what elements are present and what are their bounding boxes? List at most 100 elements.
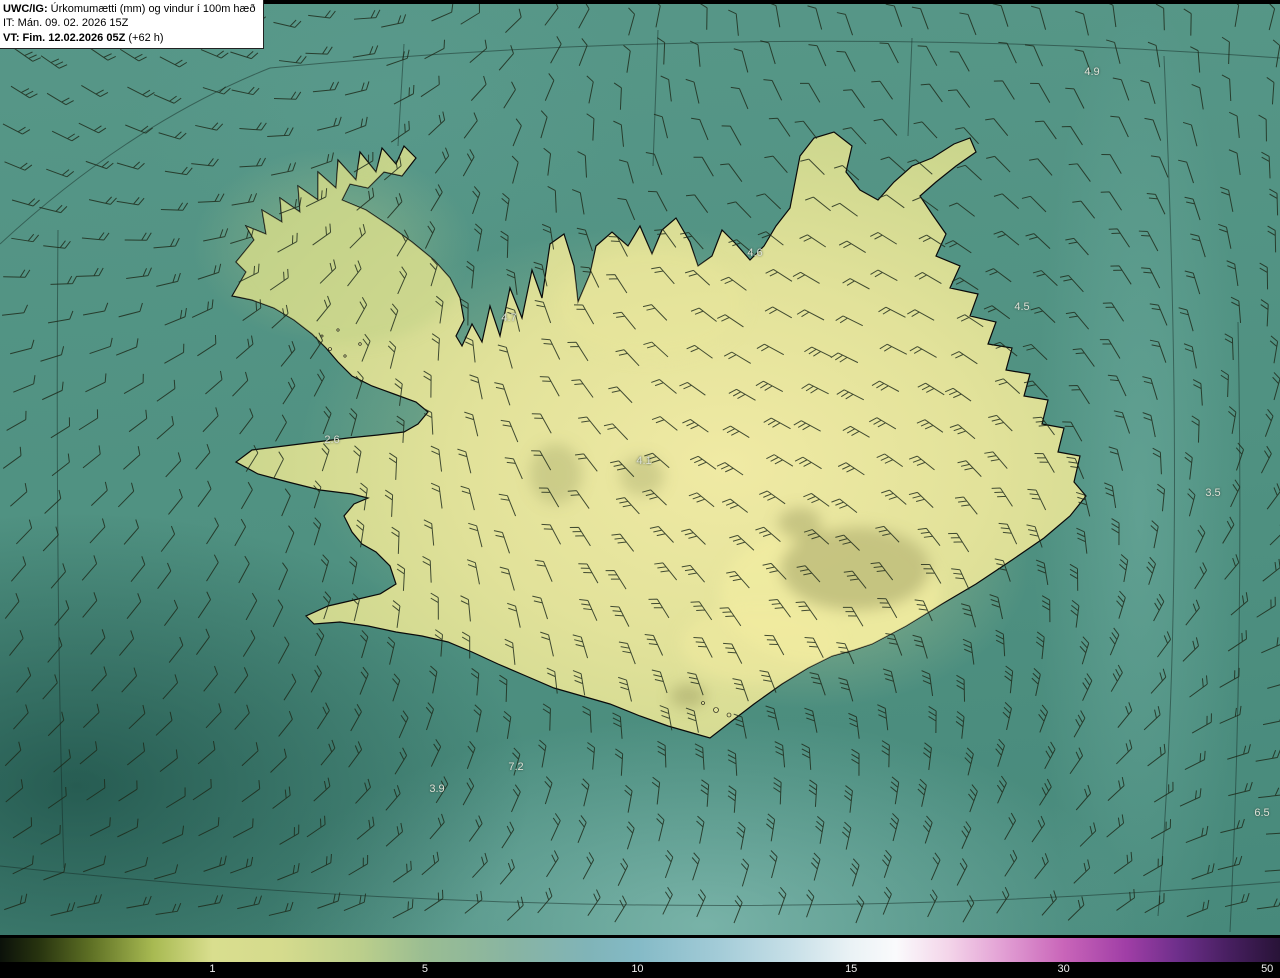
wind-barb <box>766 813 776 842</box>
wind-barb <box>799 82 821 103</box>
wind-barb <box>1034 453 1055 473</box>
wind-barb <box>983 305 1011 320</box>
wind-barb <box>799 234 827 248</box>
wind-barb <box>944 387 972 402</box>
wind-barb <box>162 674 179 700</box>
wind-barb <box>435 295 444 324</box>
wind-barb <box>1155 4 1165 31</box>
wind-barb <box>353 445 362 474</box>
wind-barb <box>1228 149 1241 175</box>
wind-barb <box>469 39 488 63</box>
wind-barb <box>273 91 302 100</box>
wind-barb <box>355 296 368 325</box>
wind-barb <box>918 234 946 248</box>
wind-barb <box>723 351 751 364</box>
wind-barb <box>917 45 938 66</box>
wind-barb <box>1029 158 1053 176</box>
wind-barb <box>794 120 818 139</box>
wind-barb <box>4 161 33 171</box>
wind-barb <box>1140 80 1156 105</box>
wind-barb <box>421 851 440 876</box>
wind-barb <box>644 634 664 656</box>
wind-barb <box>1112 77 1130 101</box>
wind-barb <box>885 4 903 27</box>
wind-barb <box>567 490 590 509</box>
wind-barb <box>693 156 714 177</box>
wind-barb <box>985 268 1012 283</box>
wind-barb <box>838 677 854 702</box>
wind-barb <box>245 592 258 621</box>
wind-barb <box>1192 379 1203 406</box>
wind-barb <box>1191 415 1200 443</box>
wind-barb <box>550 813 561 841</box>
wind-barb <box>578 563 599 584</box>
wind-barb <box>1073 859 1091 884</box>
wind-barb <box>40 55 68 69</box>
wind-barb <box>614 748 624 776</box>
wind-barb <box>720 276 747 291</box>
wind-barb <box>648 598 670 619</box>
wind-barb <box>948 202 975 217</box>
wind-barb <box>306 815 326 838</box>
wind-barb <box>499 859 515 885</box>
wind-barb <box>1138 230 1159 252</box>
wind-barb <box>197 894 224 908</box>
wind-barb <box>740 858 750 887</box>
wind-barb <box>794 456 822 470</box>
wind-barb <box>615 349 640 367</box>
wind-barb <box>283 673 297 701</box>
wind-barb <box>466 741 476 769</box>
wind-barb <box>394 378 403 406</box>
wind-barb <box>877 597 898 619</box>
wind-barb <box>1190 46 1201 73</box>
wind-barb <box>85 160 114 170</box>
wind-barb <box>1266 77 1275 105</box>
model-name: UWC/IG: <box>3 3 48 15</box>
wind-barb <box>610 460 635 478</box>
wind-barb <box>836 389 865 401</box>
wind-barb <box>116 161 145 170</box>
wind-barb <box>605 569 627 590</box>
wind-barb <box>16 667 32 693</box>
wind-barb <box>801 743 812 770</box>
wind-barb <box>804 636 824 658</box>
wind-barb <box>1117 702 1133 728</box>
wind-barb <box>642 304 668 321</box>
wind-barb <box>468 815 483 842</box>
wind-barb <box>316 295 331 322</box>
wind-barb <box>1228 111 1240 138</box>
wind-barb <box>1108 228 1130 248</box>
colorbar-tick: 5 <box>421 963 429 975</box>
wind-barb <box>1183 343 1197 369</box>
wind-barb <box>464 336 476 363</box>
wind-barb <box>531 450 552 471</box>
wind-barb <box>381 14 407 28</box>
wind-barb <box>773 777 782 805</box>
wind-barb <box>1157 631 1172 658</box>
wind-barb <box>46 168 75 178</box>
wind-barb <box>1116 888 1135 911</box>
wind-barb <box>501 193 510 221</box>
wind-barb <box>195 122 224 131</box>
wind-barb <box>355 778 371 804</box>
wind-barb <box>1264 408 1274 437</box>
wind-barb <box>949 51 970 72</box>
wind-barb <box>230 856 254 874</box>
wind-barb <box>42 674 58 700</box>
wind-barb <box>610 605 630 627</box>
wind-barb <box>89 337 113 355</box>
wind-barb <box>1272 372 1280 401</box>
wind-barb <box>90 481 108 506</box>
wind-barb <box>1147 41 1161 68</box>
wind-barb <box>998 522 1018 545</box>
wind-barb <box>202 86 231 95</box>
wind-barb <box>1182 121 1198 147</box>
wind-barb <box>1219 705 1242 724</box>
wind-barb <box>730 86 749 110</box>
wind-barb <box>503 81 516 109</box>
wind-barb <box>356 519 365 548</box>
wind-barb <box>685 707 699 733</box>
wind-barb <box>991 341 1018 357</box>
wind-barb <box>1184 750 1206 771</box>
wind-barb <box>1185 599 1200 626</box>
